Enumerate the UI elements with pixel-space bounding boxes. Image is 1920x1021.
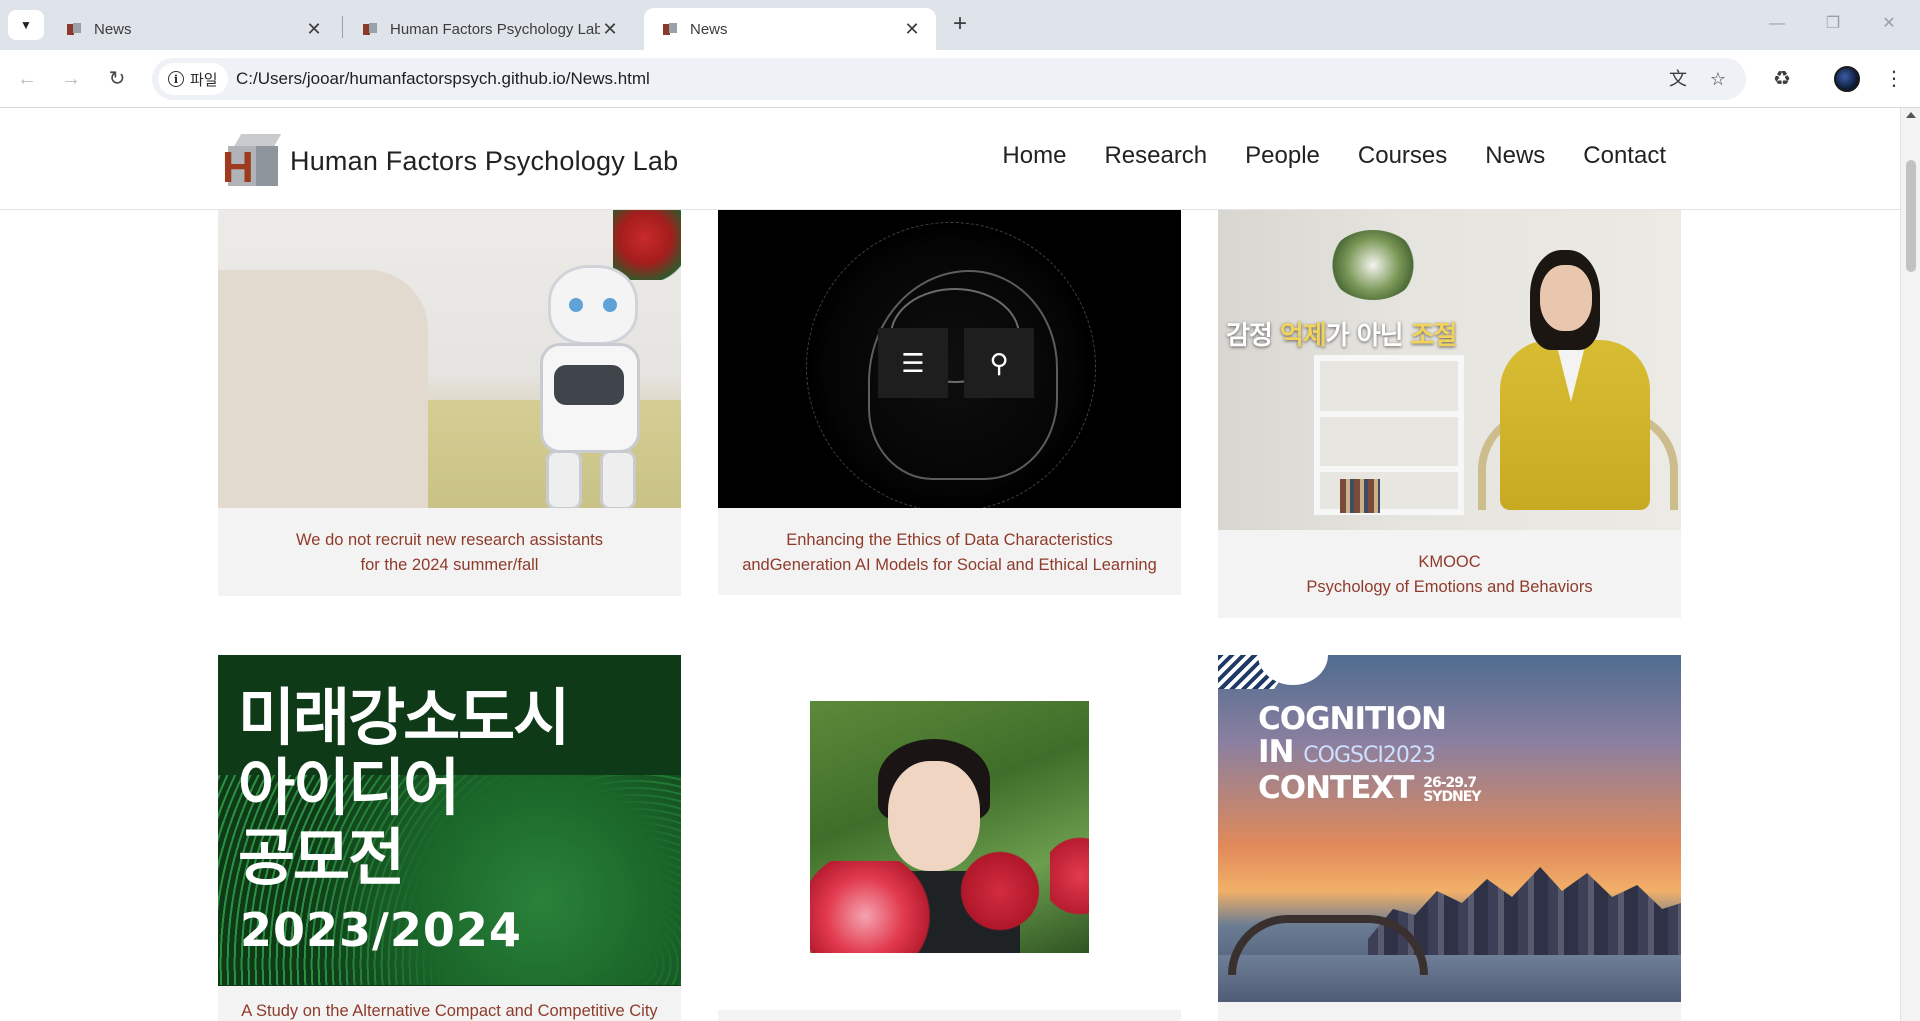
scrollbar-thumb[interactable] bbox=[1906, 160, 1916, 272]
site-header: H Human Factors Psychology Lab Home Rese… bbox=[0, 108, 1900, 210]
browser-toolbar: ← → ↻ i 파일 C:/Users/jooar/humanfactorsps… bbox=[0, 50, 1920, 108]
news-caption[interactable]: A Study on the Alternative Compact and C… bbox=[218, 999, 681, 1021]
nav-research[interactable]: Research bbox=[1104, 142, 1207, 170]
tab-news-1[interactable]: News ✕ bbox=[48, 8, 338, 50]
site-logo[interactable]: H Human Factors Psychology Lab bbox=[222, 132, 678, 190]
news-caption[interactable]: KMOOC Psychology of Emotions and Behavio… bbox=[1218, 550, 1681, 600]
tab-strip: ▼ News ✕ Human Factors Psychology Lab ✕ … bbox=[0, 0, 1920, 50]
search-icon[interactable]: ⚲ bbox=[964, 328, 1034, 398]
caption-line: Enhancing the Ethics of Data Characteris… bbox=[786, 531, 1113, 549]
scroll-up-icon[interactable] bbox=[1906, 112, 1916, 118]
caption-line: for the 2024 summer/fall bbox=[360, 556, 539, 574]
main-nav: Home Research People Courses News Contac… bbox=[964, 142, 1666, 170]
extensions-icon[interactable]: ♻ bbox=[1768, 65, 1796, 93]
news-caption[interactable]: We do not recruit new research assistant… bbox=[218, 528, 681, 578]
tab-title: News bbox=[94, 20, 132, 38]
profile-avatar[interactable] bbox=[1834, 66, 1860, 92]
caption-line: We do not recruit new research assistant… bbox=[296, 531, 603, 549]
logo-cube-icon: H bbox=[222, 132, 282, 190]
caption-line: andGeneration AI Models for Social and E… bbox=[742, 556, 1157, 574]
url-text[interactable]: C:/Users/jooar/humanfactorspsych.github.… bbox=[236, 58, 650, 100]
tab-human-factors[interactable]: Human Factors Psychology Lab ✕ bbox=[344, 8, 634, 50]
new-tab-button[interactable]: + bbox=[948, 10, 972, 40]
tab-news-active[interactable]: News ✕ bbox=[644, 8, 936, 50]
nav-courses[interactable]: Courses bbox=[1358, 142, 1447, 170]
nav-contact[interactable]: Contact bbox=[1583, 142, 1666, 170]
reload-icon[interactable]: ↻ bbox=[102, 64, 132, 94]
nav-people[interactable]: People bbox=[1245, 142, 1320, 170]
back-icon[interactable]: ← bbox=[12, 64, 42, 94]
news-card[interactable] bbox=[718, 655, 1181, 1021]
page-scrollbar[interactable] bbox=[1900, 108, 1920, 1021]
maximize-icon[interactable]: ❐ bbox=[1818, 12, 1848, 36]
caption-line: KMOOC bbox=[1418, 553, 1481, 571]
caption-line: A Study on the Alternative Compact and C… bbox=[241, 1002, 658, 1020]
browser-chrome: ▼ News ✕ Human Factors Psychology Lab ✕ … bbox=[0, 0, 1920, 108]
site-chip-label: 파일 bbox=[190, 71, 218, 89]
image-overlay-text: 미래강소도시 아이디어 공모전 bbox=[238, 681, 570, 894]
news-image-portrait[interactable] bbox=[810, 701, 1089, 953]
close-icon[interactable]: ✕ bbox=[902, 19, 922, 40]
list-icon[interactable]: ☰ bbox=[878, 328, 948, 398]
news-card[interactable]: COGNITION IN COGSCI2023 CONTEXT 26-29.7 S… bbox=[1218, 655, 1681, 1021]
image-overlay-text: COGNITION IN COGSCI2023 CONTEXT 26-29.7 S… bbox=[1258, 701, 1481, 806]
address-bar[interactable]: i 파일 C:/Users/jooar/humanfactorspsych.gi… bbox=[152, 58, 1746, 100]
tab-separator bbox=[342, 16, 343, 38]
close-icon[interactable]: ✕ bbox=[600, 19, 620, 40]
web-page: H Human Factors Psychology Lab Home Rese… bbox=[0, 108, 1900, 1021]
close-icon[interactable]: ✕ bbox=[304, 19, 324, 40]
news-card[interactable]: ☰ ⚲ Enhancing the Ethics of Data Charact… bbox=[718, 210, 1181, 595]
news-image-cogsci[interactable]: COGNITION IN COGSCI2023 CONTEXT 26-29.7 S… bbox=[1218, 655, 1681, 1002]
news-caption[interactable]: Enhancing the Ethics of Data Characteris… bbox=[718, 528, 1181, 578]
minimize-icon[interactable]: — bbox=[1762, 12, 1792, 36]
bookmark-star-icon[interactable]: ☆ bbox=[1706, 67, 1730, 91]
info-icon: i bbox=[168, 71, 184, 87]
news-card[interactable]: 미래강소도시 아이디어 공모전 2023/2024 A Study on the… bbox=[218, 655, 681, 1021]
news-image-brain[interactable]: ☰ ⚲ bbox=[718, 210, 1181, 508]
tab-title: News bbox=[690, 20, 728, 38]
news-image-robot[interactable] bbox=[218, 210, 681, 508]
translate-icon[interactable]: 文 bbox=[1666, 67, 1690, 91]
favicon-icon bbox=[66, 21, 82, 37]
news-image-contest[interactable]: 미래강소도시 아이디어 공모전 2023/2024 bbox=[218, 655, 681, 986]
caption-line: Psychology of Emotions and Behaviors bbox=[1306, 578, 1593, 596]
nav-news[interactable]: News bbox=[1485, 142, 1545, 170]
image-overlay-text: 감정 억제가 아닌 조절 bbox=[1226, 321, 1457, 351]
logo-text: Human Factors Psychology Lab bbox=[290, 145, 679, 176]
news-image-kmooc[interactable]: 감정 억제가 아닌 조절 bbox=[1218, 210, 1681, 530]
tab-title: Human Factors Psychology Lab bbox=[390, 20, 600, 38]
forward-icon[interactable]: → bbox=[56, 64, 86, 94]
favicon-icon bbox=[362, 21, 378, 37]
news-card[interactable]: 감정 억제가 아닌 조절 KMOOC Psychology of Emotion… bbox=[1218, 210, 1681, 618]
site-info-chip[interactable]: i 파일 bbox=[158, 63, 228, 95]
favicon-icon bbox=[662, 21, 678, 37]
news-caption-area bbox=[718, 1010, 1181, 1021]
tab-search-button[interactable]: ▼ bbox=[8, 10, 44, 40]
image-overlay-year: 2023/2024 bbox=[240, 903, 522, 957]
news-card[interactable]: We do not recruit new research assistant… bbox=[218, 210, 681, 596]
close-window-icon[interactable]: ✕ bbox=[1874, 12, 1904, 36]
menu-dots-icon[interactable]: ⋮ bbox=[1880, 65, 1908, 93]
chevron-down-icon: ▼ bbox=[20, 18, 32, 32]
nav-home[interactable]: Home bbox=[1002, 142, 1066, 170]
